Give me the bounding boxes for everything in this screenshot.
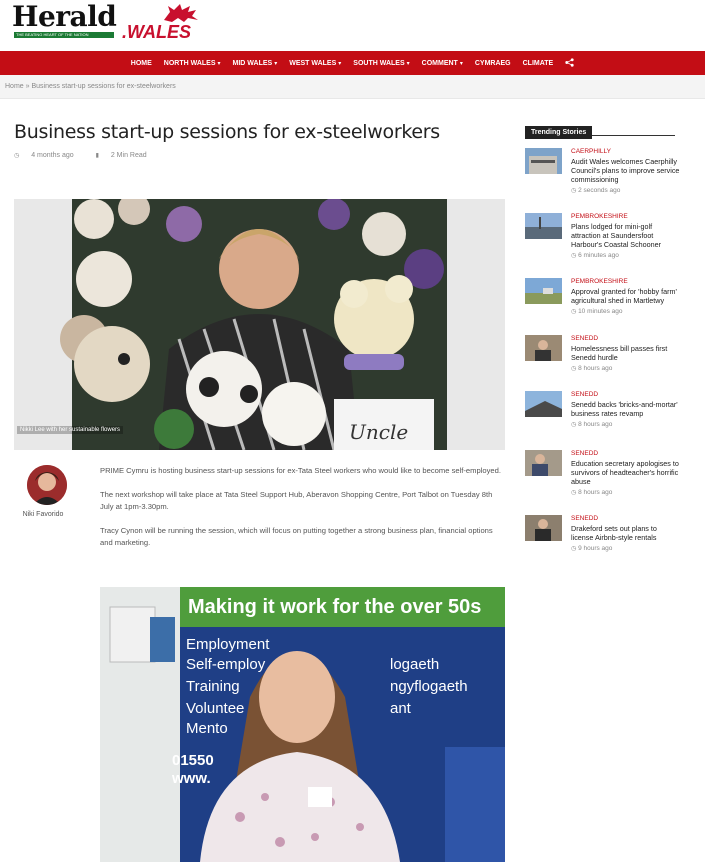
banner-welsh: ngyflogaeth <box>390 678 468 695</box>
story-category[interactable]: SENEDD <box>571 515 681 523</box>
story-time: ◷ 6 minutes ago <box>571 252 619 259</box>
read-time: ▮ 2 Min Read <box>95 152 147 159</box>
dragon-icon <box>164 4 198 22</box>
clock-icon: ◷ <box>571 253 577 259</box>
banner-line: Training <box>186 678 240 695</box>
banner-welsh: ant <box>390 700 412 717</box>
breadcrumb[interactable]: Home » Business start-up sessions for ex… <box>0 75 705 99</box>
svg-text:Uncle: Uncle <box>349 420 408 444</box>
story-thumbnail[interactable] <box>525 450 562 476</box>
story-thumbnail[interactable] <box>525 213 562 239</box>
chevron-down-icon: ▾ <box>217 60 221 67</box>
hero-image: Uncle <box>14 199 505 450</box>
article-header: Business start-up sessions for ex-steelw… <box>14 120 505 159</box>
banner-web: www. <box>171 770 211 787</box>
banner-line: Voluntee <box>186 700 244 717</box>
story-category[interactable]: SENEDD <box>571 335 681 343</box>
banner-line: Employment <box>186 636 270 653</box>
story-headline[interactable]: Audit Wales welcomes Caerphilly Council'… <box>571 157 681 184</box>
logo-wordmark: Herald <box>12 0 117 33</box>
story-category[interactable]: SENEDD <box>571 391 681 399</box>
banner-line: Mento <box>186 720 228 737</box>
article-title: Business start-up sessions for ex-steelw… <box>14 121 440 143</box>
story-thumbnail[interactable] <box>525 391 562 417</box>
article-paragraph: Tracy Cynon will be running the session,… <box>100 526 493 547</box>
posted-time: ◷ 4 months ago <box>14 152 74 159</box>
nav-west-wales[interactable]: WEST WALES ▾ <box>283 60 347 67</box>
nav-south-wales[interactable]: SOUTH WALES ▾ <box>347 60 415 67</box>
banner-line: Self-employ <box>186 656 266 673</box>
article-meta: ◷ 4 months ago ▮ 2 Min Read <box>14 152 505 159</box>
story-headline[interactable]: Approval granted for 'hobby farm' agricu… <box>571 287 681 305</box>
chevron-down-icon: ▾ <box>274 60 278 67</box>
clock-icon: ◷ <box>571 309 577 315</box>
clock-icon: ◷ <box>14 153 20 159</box>
chevron-down-icon: ▾ <box>459 60 463 67</box>
clock-icon: ◷ <box>571 490 577 496</box>
nav-mid-wales[interactable]: MID WALES ▾ <box>227 60 284 67</box>
nav-north-wales[interactable]: NORTH WALES ▾ <box>158 60 227 67</box>
story-thumbnail[interactable] <box>525 515 562 541</box>
nav-climate[interactable]: CLIMATE <box>517 60 560 67</box>
clock-icon: ◷ <box>571 422 577 428</box>
clock-icon: ◷ <box>571 366 577 372</box>
story-category[interactable]: CAERPHILLY <box>571 148 681 156</box>
logo-tagline: THE BEATING HEART OF THE NATION <box>14 32 114 38</box>
hero-caption: Nikki Lee with her sustainable flowers <box>17 426 124 434</box>
article-body: PRIME Cymru is hosting business start-up… <box>100 465 505 561</box>
site-header: Herald .WALES THE BEATING HEART OF THE N… <box>0 0 705 52</box>
story-headline[interactable]: Drakeford sets out plans to license Airb… <box>571 524 681 542</box>
avatar[interactable] <box>27 465 67 505</box>
chevron-down-icon: ▾ <box>406 60 410 67</box>
article-paragraph: The next workshop will take place at Tat… <box>100 490 493 511</box>
author-box[interactable]: Niki Favorido <box>23 465 70 518</box>
nav-cymraeg[interactable]: CYMRAEG <box>469 60 517 67</box>
story-time: ◷ 10 minutes ago <box>571 308 623 315</box>
banner-headline: Making it work for the over 50s <box>188 596 481 618</box>
story-headline[interactable]: Senedd backs 'bricks-and-mortar' busines… <box>571 400 681 418</box>
story-category[interactable]: PEMBROKESHIRE <box>571 278 681 286</box>
story-time: ◷ 8 hours ago <box>571 489 613 496</box>
story-time: ◷ 9 hours ago <box>571 545 613 552</box>
share-icon[interactable] <box>559 57 580 69</box>
trending-heading: Trending Stories <box>525 121 675 139</box>
story-thumbnail[interactable] <box>525 335 562 361</box>
story-time: ◷ 2 seconds ago <box>571 187 621 194</box>
banner-phone: 01550 <box>172 752 214 769</box>
nav-comment[interactable]: COMMENT ▾ <box>416 60 469 67</box>
article-paragraph: PRIME Cymru is hosting business start-up… <box>100 466 501 475</box>
main-nav: HOME NORTH WALES ▾ MID WALES ▾ WEST WALES ▾… <box>0 51 705 75</box>
story-headline[interactable]: Education secretary apologises to surviv… <box>571 459 681 486</box>
book-icon: ▮ <box>95 153 99 159</box>
story-headline[interactable]: Plans lodged for mini-golf attraction at… <box>571 222 681 249</box>
banner-welsh: logaeth <box>390 656 439 673</box>
clock-icon: ◷ <box>571 188 577 194</box>
trending-sidebar: Trending Stories CAERPHILLY Audit Wales … <box>525 121 679 552</box>
logo-suffix: .WALES <box>122 22 192 42</box>
story-category[interactable]: SENEDD <box>571 450 681 458</box>
article-photo: Making it work for the over 50s Employme… <box>100 587 505 862</box>
story-category[interactable]: PEMBROKESHIRE <box>571 213 681 221</box>
nav-home[interactable]: HOME <box>125 60 158 67</box>
story-time: ◷ 8 hours ago <box>571 365 613 372</box>
author-name[interactable]: Niki Favorido <box>16 511 70 518</box>
story-thumbnail[interactable] <box>525 278 562 304</box>
story-headline[interactable]: Homelessness bill passes first Senedd hu… <box>571 344 681 362</box>
clock-icon: ◷ <box>571 546 577 552</box>
chevron-down-icon: ▾ <box>338 60 342 67</box>
site-logo[interactable]: Herald .WALES THE BEATING HEART OF THE N… <box>12 0 202 44</box>
story-thumbnail[interactable] <box>525 148 562 174</box>
story-time: ◷ 8 hours ago <box>571 421 613 428</box>
